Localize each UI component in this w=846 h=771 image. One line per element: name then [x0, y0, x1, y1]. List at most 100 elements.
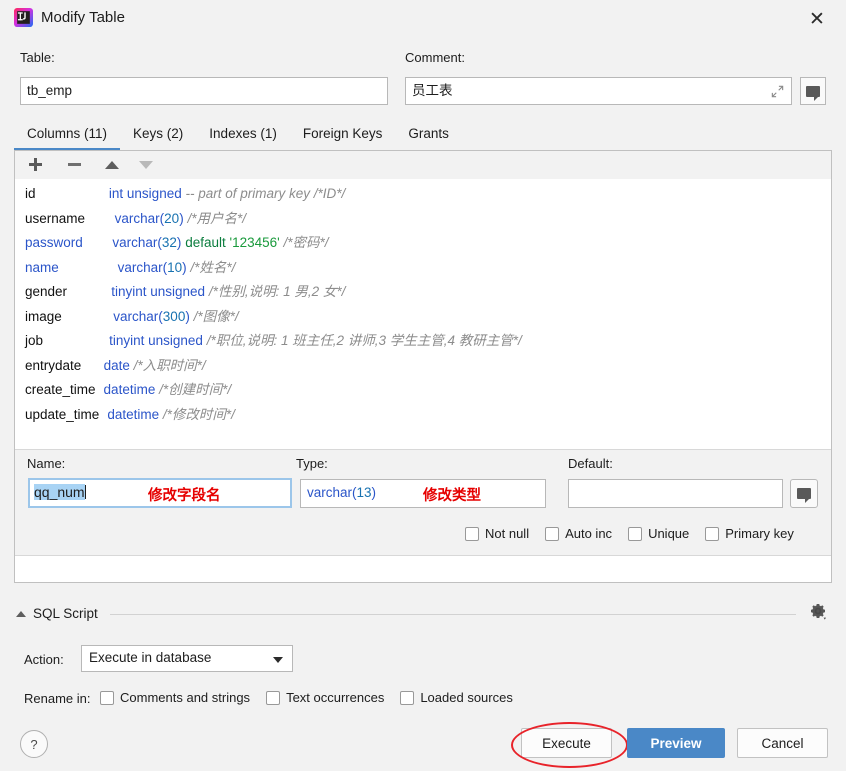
column-comment-cell: /*入职时间*/: [130, 358, 206, 373]
checkbox-label: Comments and strings: [120, 690, 250, 705]
table-row[interactable]: gendertinyint unsigned /*性别,说明: 1 男,2 女*…: [15, 280, 831, 305]
comment-input-value: 员工表: [412, 83, 453, 98]
checkbox-comments-and-strings[interactable]: Comments and strings: [100, 690, 250, 705]
tab-indexes[interactable]: Indexes (1): [196, 122, 290, 148]
column-type-cell: date: [104, 358, 130, 373]
section-divider: [110, 614, 796, 615]
columns-panel: idint unsigned -- part of primary key /*…: [14, 150, 832, 583]
intellij-idea-icon: [14, 8, 33, 27]
chevron-up-icon: [16, 611, 26, 617]
tab-foreign-keys[interactable]: Foreign Keys: [290, 122, 396, 148]
arrow-down-icon: [139, 161, 153, 169]
column-name-cell: job: [25, 329, 43, 354]
checkbox-label: Text occurrences: [286, 690, 384, 705]
comment-bubble-button[interactable]: [800, 77, 826, 105]
table-row[interactable]: name varchar(10) /*姓名*/: [15, 256, 831, 281]
name-annotation: 修改字段名: [148, 484, 221, 505]
table-row[interactable]: update_timedatetime /*修改时间*/: [15, 403, 831, 428]
column-comment-cell: /*用户名*/: [184, 211, 246, 226]
checkbox-unique[interactable]: Unique: [628, 526, 689, 541]
help-button[interactable]: ?: [20, 730, 48, 758]
column-comment-cell: /*修改时间*/: [159, 407, 235, 422]
tab-keys[interactable]: Keys (2): [120, 122, 196, 148]
cancel-button[interactable]: Cancel: [737, 728, 828, 758]
column-default-input[interactable]: [568, 479, 783, 508]
checkbox-not-null[interactable]: Not null: [465, 526, 529, 541]
plus-icon: [29, 158, 42, 171]
window-title: Modify Table: [41, 9, 125, 26]
table-row[interactable]: create_timedatetime /*创建时间*/: [15, 378, 831, 403]
checkbox-box[interactable]: [100, 691, 114, 705]
column-name-cell: gender: [25, 280, 67, 305]
gear-icon[interactable]: [808, 601, 828, 621]
table-row[interactable]: jobtinyint unsigned /*职位,说明: 1 班主任,2 讲师,…: [15, 329, 831, 354]
column-name-cell: name: [25, 256, 59, 281]
action-select-value: Execute in database: [89, 650, 211, 665]
table-row[interactable]: entrydate date /*入职时间*/: [15, 354, 831, 379]
table-name-input[interactable]: tb_emp: [20, 77, 388, 105]
move-up-button[interactable]: [98, 151, 126, 178]
column-type-cell: varchar(10): [118, 260, 187, 275]
preview-button[interactable]: Preview: [627, 728, 725, 758]
checkbox-box[interactable]: [465, 527, 479, 541]
table-row[interactable]: imagevarchar(300) /*图像*/: [15, 305, 831, 330]
close-icon[interactable]: ✕: [804, 6, 830, 32]
table-label: Table:: [20, 50, 55, 65]
checkbox-box[interactable]: [705, 527, 719, 541]
add-column-button[interactable]: [21, 151, 49, 178]
column-comment-cell: /*姓名*/: [187, 260, 236, 275]
move-down-button[interactable]: [132, 151, 160, 178]
remove-column-button[interactable]: [60, 151, 88, 178]
checkbox-label: Unique: [648, 526, 689, 541]
column-name-value: qq_num: [34, 484, 85, 500]
type-label: Type:: [296, 456, 328, 471]
column-comment-cell: -- part of primary key /*ID*/: [182, 186, 346, 201]
table-row[interactable]: username varchar(20) /*用户名*/: [15, 207, 831, 232]
comment-bubble-icon: [806, 86, 820, 97]
column-type-length: 13: [357, 485, 372, 500]
execute-button[interactable]: Execute: [521, 728, 612, 758]
expand-icon[interactable]: [770, 84, 785, 99]
checkbox-loaded-sources[interactable]: Loaded sources: [400, 690, 513, 705]
column-editor-panel: Name: Type: Default: qq_num 修改字段名 varcha…: [15, 449, 831, 556]
checkbox-auto-inc[interactable]: Auto inc: [545, 526, 612, 541]
checkbox-box[interactable]: [628, 527, 642, 541]
table-row[interactable]: idint unsigned -- part of primary key /*…: [15, 182, 831, 207]
column-name-cell: update_time: [25, 403, 99, 428]
action-select[interactable]: Execute in database: [81, 645, 293, 672]
tab-grants[interactable]: Grants: [395, 122, 462, 148]
columns-toolbar: [15, 151, 831, 180]
default-label: Default:: [568, 456, 613, 471]
title-bar: Modify Table ✕: [0, 0, 846, 38]
checkbox-box[interactable]: [545, 527, 559, 541]
comment-label: Comment:: [405, 50, 465, 65]
column-extra-cell: default '123456': [181, 235, 279, 250]
checkbox-primary-key[interactable]: Primary key: [705, 526, 794, 541]
tab-columns[interactable]: Columns (11): [14, 122, 120, 148]
column-comment-cell: /*密码*/: [280, 235, 329, 250]
column-name-cell: username: [25, 207, 85, 232]
default-bubble-button[interactable]: [790, 479, 818, 508]
column-type-cell: int unsigned: [109, 186, 182, 201]
editor-footer-strip: [15, 555, 831, 582]
column-name-cell: password: [25, 231, 83, 256]
type-annotation: 修改类型: [423, 484, 481, 505]
tab-bar: Columns (11) Keys (2) Indexes (1) Foreig…: [14, 122, 462, 148]
column-name-cell: image: [25, 305, 62, 330]
column-name-cell: entrydate: [25, 354, 81, 379]
sql-script-collapse-button[interactable]: [16, 607, 26, 622]
column-type-cell: varchar(20): [115, 211, 184, 226]
table-row[interactable]: passwordvarchar(32) default '123456' /*密…: [15, 231, 831, 256]
checkbox-text-occurrences[interactable]: Text occurrences: [266, 690, 384, 705]
column-type-cell: tinyint unsigned: [109, 333, 203, 348]
modify-table-dialog: Modify Table ✕ Table: tb_emp Comment: 员工…: [0, 0, 846, 771]
column-comment-cell: /*图像*/: [190, 309, 239, 324]
comment-input[interactable]: 员工表: [405, 77, 792, 105]
name-label: Name:: [27, 456, 65, 471]
chevron-down-icon: [273, 657, 283, 663]
columns-list[interactable]: idint unsigned -- part of primary key /*…: [15, 179, 831, 452]
checkbox-label: Loaded sources: [420, 690, 513, 705]
checkbox-box[interactable]: [400, 691, 414, 705]
checkbox-box[interactable]: [266, 691, 280, 705]
checkbox-label: Primary key: [725, 526, 794, 541]
